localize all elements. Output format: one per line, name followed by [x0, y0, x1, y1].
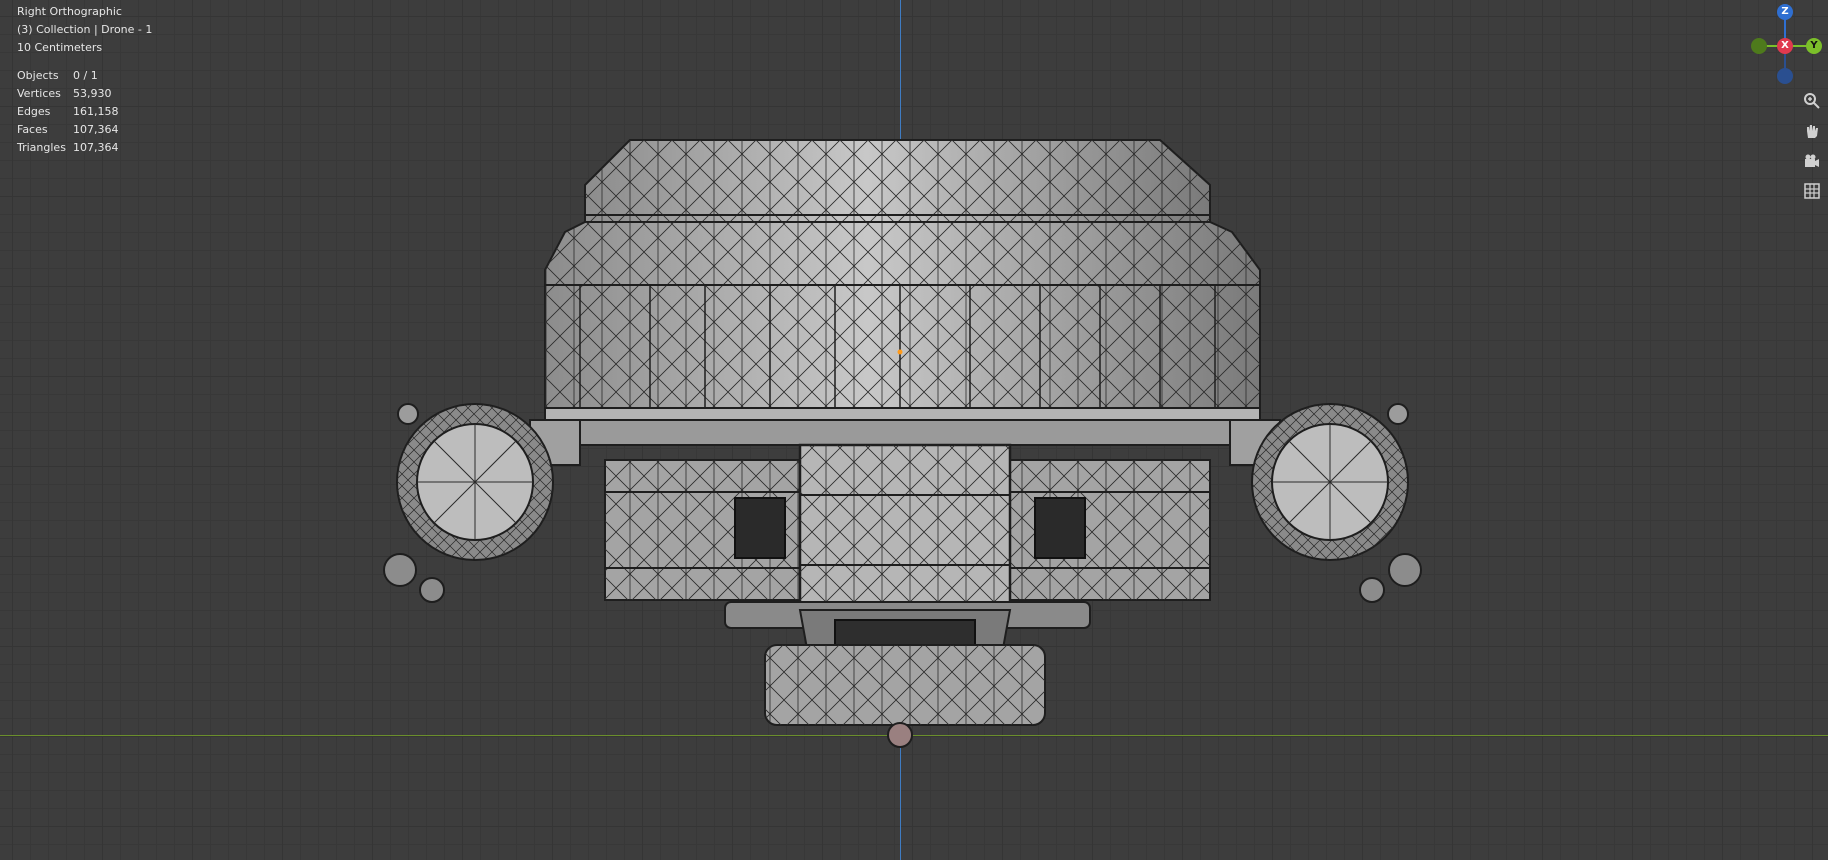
stat-value: 107,364: [73, 141, 119, 154]
grid-view-icon[interactable]: [1800, 178, 1824, 204]
lower-chassis: [604, 443, 1211, 629]
viewport-info-overlay: Right Orthographic (3) Collection | Dron…: [17, 3, 152, 157]
camera-pod: [764, 609, 1046, 748]
gizmo-z-axis[interactable]: Z: [1777, 4, 1793, 20]
scene-statistics: Objects 0 / 1 Vertices 53,930 Edges 161,…: [17, 67, 152, 157]
zoom-icon[interactable]: [1800, 88, 1824, 114]
navigation-tools: [1800, 88, 1826, 208]
collection-line: (3) Collection | Drone - 1: [17, 23, 153, 36]
stat-value: 107,364: [73, 123, 119, 136]
stat-row-triangles: Triangles 107,364: [17, 139, 152, 157]
top-dome: [584, 139, 1211, 223]
left-motor: [383, 403, 581, 603]
camera-icon[interactable]: [1800, 148, 1824, 174]
stat-label: Edges: [17, 105, 51, 118]
stat-row-faces: Faces 107,364: [17, 121, 152, 139]
gizmo-negative-y-axis[interactable]: [1751, 38, 1767, 54]
hand-pan-icon[interactable]: [1800, 118, 1824, 144]
gizmo-x-axis[interactable]: X: [1777, 38, 1793, 54]
stat-label: Objects: [17, 69, 59, 82]
3d-viewport[interactable]: Right Orthographic (3) Collection | Dron…: [0, 0, 1828, 860]
object-origin: [897, 349, 903, 355]
right-motor: [1229, 403, 1422, 603]
gizmo-negative-z-axis[interactable]: [1777, 68, 1793, 84]
stat-row-edges: Edges 161,158: [17, 103, 152, 121]
main-body: [544, 221, 1261, 446]
drone-model[interactable]: [0, 0, 1828, 860]
stat-label: Vertices: [17, 87, 61, 100]
stat-value: 0 / 1: [73, 69, 98, 82]
view-name: Right Orthographic: [17, 5, 122, 18]
stat-row-objects: Objects 0 / 1: [17, 67, 152, 85]
scale-line: 10 Centimeters: [17, 41, 103, 54]
stat-value: 53,930: [73, 87, 112, 100]
navigation-gizmo[interactable]: Z X Y: [1748, 0, 1828, 90]
stat-label: Triangles: [17, 141, 66, 154]
stat-row-vertices: Vertices 53,930: [17, 85, 152, 103]
stat-label: Faces: [17, 123, 48, 136]
gizmo-y-axis[interactable]: Y: [1806, 38, 1822, 54]
stat-value: 161,158: [73, 105, 119, 118]
